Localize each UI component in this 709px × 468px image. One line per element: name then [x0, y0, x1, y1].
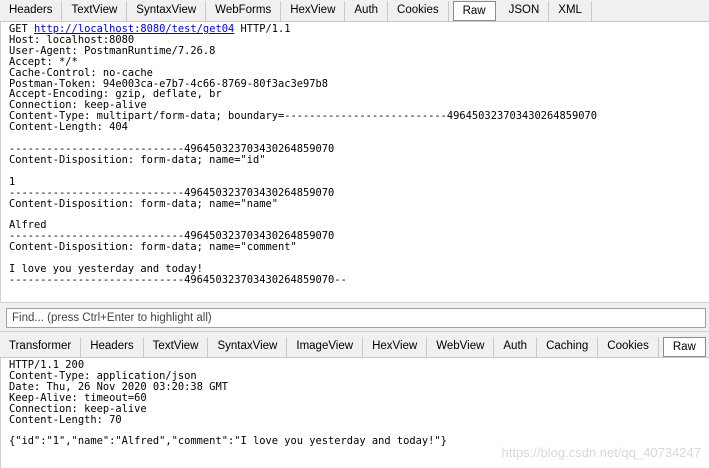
- response-tab-raw[interactable]: Raw: [662, 337, 706, 357]
- request-tab-webforms[interactable]: WebForms: [206, 1, 282, 21]
- request-tab-headers[interactable]: Headers: [0, 1, 63, 21]
- request-tab-xml[interactable]: XML: [549, 1, 592, 21]
- response-tab-webview[interactable]: WebView: [427, 337, 495, 357]
- response-tab-auth[interactable]: Auth: [494, 337, 538, 357]
- response-tab-bar: Transformer Headers TextView SyntaxView Imag…: [0, 336, 709, 358]
- request-protocol: HTTP/1.1: [234, 23, 291, 35]
- response-tab-headers[interactable]: Headers: [81, 337, 144, 357]
- response-tab-cookies[interactable]: Cookies: [598, 337, 659, 357]
- find-strip: Find... (press Ctrl+Enter to highlight a…: [0, 302, 709, 332]
- request-tab-cookies[interactable]: Cookies: [388, 1, 449, 21]
- request-tab-bar: Headers TextView SyntaxView WebForms HexView…: [0, 0, 709, 22]
- response-tab-syntaxview[interactable]: SyntaxView: [208, 337, 288, 357]
- response-raw-text[interactable]: HTTP/1.1 200 Content-Type: application/j…: [1, 358, 709, 449]
- response-tab-hexview[interactable]: HexView: [363, 337, 428, 357]
- response-tab-imageview[interactable]: ImageView: [287, 337, 364, 357]
- request-tab-hexview[interactable]: HexView: [281, 1, 346, 21]
- request-tabs: Headers TextView SyntaxView WebForms HexView…: [0, 0, 592, 21]
- watermark-text: https://blog.csdn.net/qq_40734247: [501, 445, 702, 460]
- request-tab-textview[interactable]: TextView: [62, 1, 128, 21]
- request-tab-syntaxview[interactable]: SyntaxView: [127, 1, 207, 21]
- request-tab-json[interactable]: JSON: [500, 1, 550, 21]
- request-raw-text[interactable]: GET http://localhost:8080/test/get04 HTT…: [1, 22, 709, 288]
- response-tab-transformer[interactable]: Transformer: [0, 337, 82, 357]
- request-body: Host: localhost:8080 User-Agent: Postman…: [9, 33, 598, 286]
- response-tabs: Transformer Headers TextView SyntaxView Imag…: [0, 336, 709, 357]
- request-tab-auth[interactable]: Auth: [345, 1, 389, 21]
- response-tab-caching[interactable]: Caching: [537, 337, 599, 357]
- request-raw-pane[interactable]: GET http://localhost:8080/test/get04 HTT…: [0, 22, 709, 302]
- request-tab-raw[interactable]: Raw: [452, 1, 496, 21]
- find-input[interactable]: Find... (press Ctrl+Enter to highlight a…: [6, 308, 706, 328]
- response-tab-textview[interactable]: TextView: [144, 337, 209, 357]
